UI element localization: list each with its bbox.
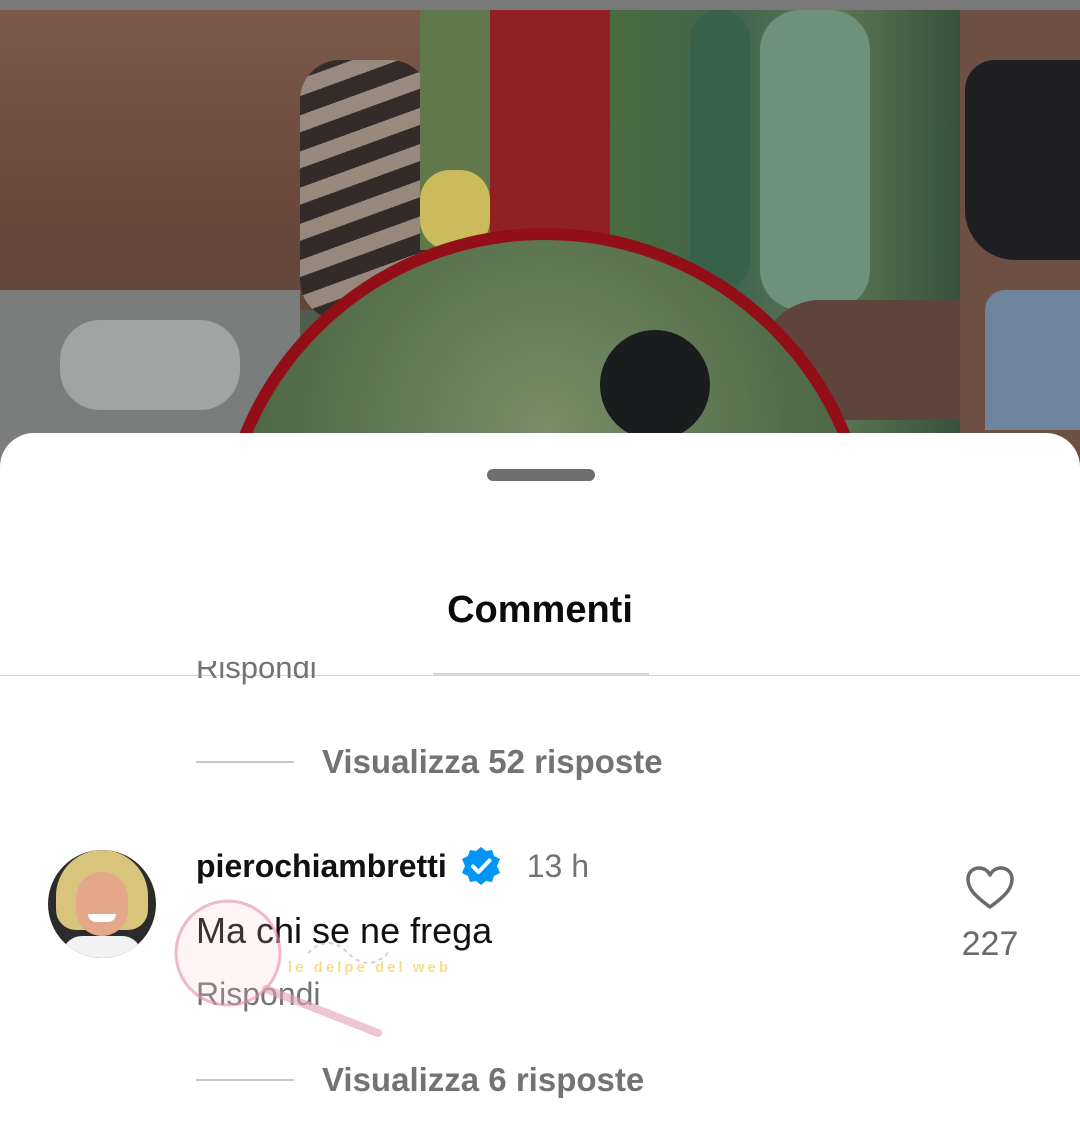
watermark-text: le delpe del web — [288, 959, 452, 976]
comment-username[interactable]: pierochiambretti — [196, 848, 447, 885]
verified-badge-icon — [461, 847, 500, 885]
view-replies-button[interactable]: Visualizza 52 risposte — [196, 742, 663, 782]
comments-sheet: Commenti Rispondi Visualizza 52 risposte… — [0, 433, 1080, 1123]
post-photo-background — [0, 0, 1080, 470]
comment-timestamp: 13 h — [526, 847, 589, 884]
like-button[interactable]: 227 — [958, 865, 1022, 963]
comment-header: pierochiambretti 13 h — [196, 846, 589, 886]
like-count: 227 — [961, 925, 1019, 963]
reply-button[interactable]: Rispondi — [196, 976, 321, 1013]
avatar-smile — [88, 914, 116, 922]
view-replies-label: Visualizza 6 risposte — [322, 1061, 645, 1098]
avatar[interactable] — [48, 850, 156, 958]
avatar-shirt — [62, 936, 142, 958]
previous-comment-reply-label: Rispondi — [196, 661, 317, 685]
view-replies-button[interactable]: Visualizza 6 risposte — [196, 1060, 644, 1100]
replies-divider-line — [196, 1079, 294, 1081]
previous-comment-reply-button[interactable]: Rispondi — [196, 661, 317, 691]
photo-dim-overlay — [0, 0, 1080, 470]
view-replies-label: Visualizza 52 risposte — [322, 743, 663, 780]
drag-handle[interactable] — [487, 469, 595, 481]
avatar-face — [76, 872, 128, 936]
sheet-title: Commenti — [447, 589, 633, 631]
title-divider — [0, 675, 1080, 676]
heart-outline-icon — [966, 866, 1014, 909]
title-divider-indicator — [433, 673, 649, 675]
replies-divider-line — [196, 761, 294, 763]
comment-text: Ma chi se ne frega — [196, 910, 493, 951]
